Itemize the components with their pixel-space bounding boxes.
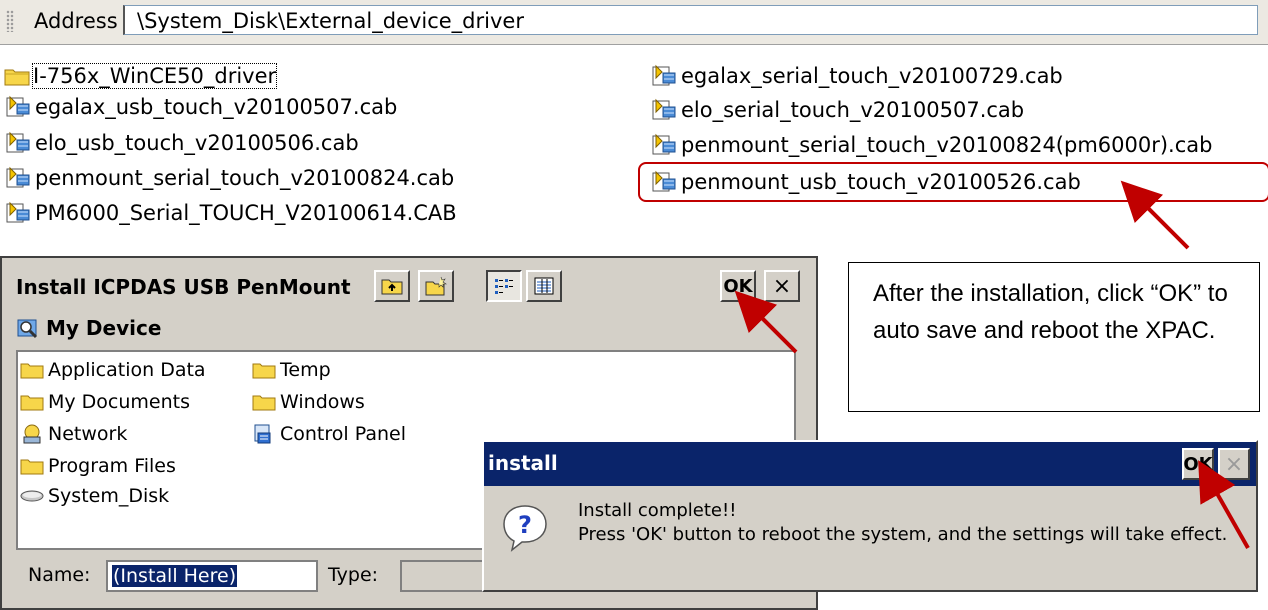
- ok-button[interactable]: OK: [720, 270, 756, 302]
- file-item[interactable]: elo_serial_touch_v20100507.cab: [650, 95, 1024, 125]
- type-label: Type:: [328, 564, 379, 586]
- address-path: \System_Disk\External_device_driver: [137, 9, 524, 33]
- location-label: My Device: [46, 316, 162, 340]
- message-text-line-2: Press 'OK' button to reboot the system, …: [578, 524, 1228, 545]
- new-folder-icon: [425, 276, 447, 296]
- list-item[interactable]: Temp: [252, 356, 331, 384]
- folder-icon: [252, 363, 276, 379]
- folder-icon: [20, 363, 44, 379]
- cab-file-icon: [6, 201, 30, 223]
- address-label: Address: [34, 9, 118, 33]
- instruction-callout: After the installation, click “OK” to au…: [848, 262, 1260, 412]
- item-label: Control Panel: [280, 423, 406, 445]
- file-name: penmount_serial_touch_v20100824.cab: [35, 166, 455, 190]
- cab-file-icon: [6, 95, 30, 117]
- list-item[interactable]: My Documents: [20, 388, 190, 416]
- cab-file-icon: [6, 166, 30, 188]
- item-label: Application Data: [48, 359, 206, 381]
- folder-icon: [4, 69, 30, 86]
- close-icon: ×: [1224, 451, 1244, 477]
- up-folder-button[interactable]: [374, 270, 410, 302]
- svg-text:?: ?: [518, 511, 532, 539]
- item-label: Windows: [280, 391, 365, 413]
- question-icon: ?: [503, 505, 547, 552]
- file-item[interactable]: PM6000_Serial_TOUCH_V20100614.CAB: [4, 198, 457, 228]
- details-view-icon: [534, 277, 554, 295]
- ok-label: OK: [723, 275, 753, 297]
- file-name: elo_serial_touch_v20100507.cab: [681, 98, 1025, 122]
- list-item[interactable]: Program Files: [20, 452, 176, 480]
- my-device-icon: [17, 319, 38, 339]
- address-input[interactable]: \System_Disk\External_device_driver: [123, 5, 1258, 35]
- file-explorer: Address \System_Disk\External_device_dri…: [0, 0, 1268, 238]
- file-item[interactable]: elo_usb_touch_v20100506.cab: [4, 128, 359, 158]
- file-item[interactable]: penmount_serial_touch_v20100824.cab: [4, 163, 454, 193]
- details-view-button[interactable]: [526, 270, 562, 302]
- ok-label: OK: [1183, 453, 1213, 475]
- item-label: System_Disk: [48, 485, 170, 507]
- item-label: Network: [48, 423, 128, 445]
- message-titlebar: install OK ×: [484, 442, 1256, 486]
- item-label: Temp: [280, 359, 331, 381]
- name-value: (Install Here): [112, 565, 238, 587]
- file-item[interactable]: penmount_serial_touch_v20100824(pm6000r)…: [650, 130, 1212, 160]
- file-name: elo_usb_touch_v20100506.cab: [35, 131, 359, 155]
- cab-file-icon: [652, 98, 676, 120]
- up-folder-icon: [381, 279, 403, 295]
- toolbar-grip[interactable]: [6, 10, 14, 32]
- disk-icon: [20, 490, 44, 502]
- file-item[interactable]: I-756x_WinCE50_driver: [4, 61, 278, 91]
- folder-icon: [252, 395, 276, 411]
- highlight-box: [638, 162, 1268, 202]
- file-name: PM6000_Serial_TOUCH_V20100614.CAB: [35, 201, 457, 225]
- list-item[interactable]: Windows: [252, 388, 365, 416]
- cab-file-icon: [652, 64, 676, 86]
- callout-text: After the installation, click “OK” to au…: [873, 280, 1228, 344]
- list-view-icon: [495, 279, 513, 294]
- list-item[interactable]: Application Data: [20, 356, 206, 384]
- location-dropdown[interactable]: My Device: [16, 313, 161, 343]
- name-input[interactable]: (Install Here): [106, 560, 318, 592]
- new-folder-button[interactable]: [418, 270, 454, 302]
- folder-icon: [20, 459, 44, 475]
- file-name: egalax_serial_touch_v20100729.cab: [681, 64, 1063, 88]
- window-title: Install ICPDAS USB PenMount: [16, 275, 351, 299]
- file-name: egalax_usb_touch_v20100507.cab: [35, 95, 398, 119]
- item-label: Program Files: [48, 455, 176, 477]
- folder-icon: [20, 395, 44, 411]
- message-ok-button[interactable]: OK: [1182, 448, 1214, 480]
- install-message-box: install OK × ? Install complete!! Press …: [482, 440, 1258, 592]
- message-text-line-1: Install complete!!: [578, 500, 737, 521]
- close-icon: ×: [772, 273, 792, 299]
- file-item[interactable]: egalax_serial_touch_v20100729.cab: [650, 61, 1063, 91]
- message-title: install: [488, 451, 558, 475]
- list-view-button[interactable]: [486, 270, 522, 302]
- cab-file-icon: [6, 131, 30, 153]
- message-close-button[interactable]: ×: [1218, 448, 1250, 480]
- list-item[interactable]: Network: [20, 420, 127, 448]
- list-item[interactable]: Control Panel: [252, 420, 406, 448]
- cab-file-icon: [652, 133, 676, 155]
- file-name: penmount_serial_touch_v20100824(pm6000r)…: [681, 133, 1213, 157]
- file-item[interactable]: egalax_usb_touch_v20100507.cab: [4, 92, 397, 122]
- item-label: My Documents: [48, 391, 191, 413]
- network-icon: [23, 424, 41, 444]
- close-button[interactable]: ×: [764, 270, 800, 302]
- address-bar: Address \System_Disk\External_device_dri…: [0, 0, 1268, 45]
- file-name: I-756x_WinCE50_driver: [31, 63, 278, 89]
- control-panel-icon: [254, 424, 271, 444]
- list-item[interactable]: System_Disk: [20, 482, 169, 510]
- name-label: Name:: [28, 564, 91, 586]
